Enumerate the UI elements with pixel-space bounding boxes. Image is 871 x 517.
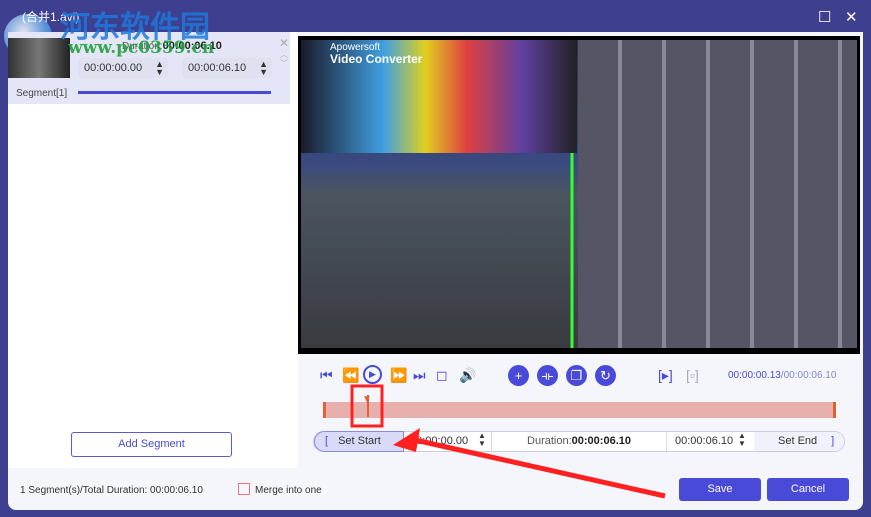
annotation-box (350, 384, 384, 428)
annotation-arrowhead (393, 428, 420, 452)
annotation-arrow (414, 437, 666, 499)
annotation-overlay (350, 384, 666, 499)
